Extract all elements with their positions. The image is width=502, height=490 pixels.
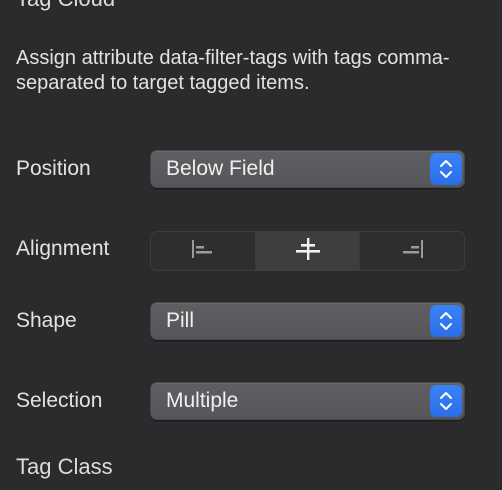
selection-popup[interactable]: Multiple	[150, 382, 465, 420]
position-label: Position	[16, 157, 91, 180]
shape-popup-value: Pill	[166, 309, 195, 332]
selection-popup-value: Multiple	[166, 389, 239, 412]
selection-label: Selection	[16, 389, 103, 412]
tag-cloud-description: Assign attribute data-filter-tags with t…	[16, 47, 450, 94]
chevron-up-down-icon	[430, 305, 462, 337]
align-center-segment[interactable]	[254, 232, 360, 270]
align-left-segment[interactable]	[151, 232, 255, 270]
section-title-tag-class: Tag Class	[16, 454, 113, 479]
align-right-segment[interactable]	[359, 232, 464, 270]
alignment-segmented-control[interactable]	[150, 231, 465, 271]
shape-label: Shape	[16, 309, 77, 332]
inspector-panel: Tag Cloud Assign attribute data-filter-t…	[0, 0, 502, 490]
alignment-label: Alignment	[16, 237, 110, 260]
chevron-up-down-icon	[430, 385, 462, 417]
position-popup[interactable]: Below Field	[150, 150, 465, 188]
position-popup-value: Below Field	[166, 157, 275, 180]
align-center-icon	[295, 237, 321, 266]
align-right-icon	[399, 238, 425, 265]
align-left-icon	[190, 238, 216, 265]
chevron-up-down-icon	[430, 153, 462, 185]
shape-popup[interactable]: Pill	[150, 302, 465, 340]
section-title-tag-cloud: Tag Cloud	[16, 0, 115, 12]
